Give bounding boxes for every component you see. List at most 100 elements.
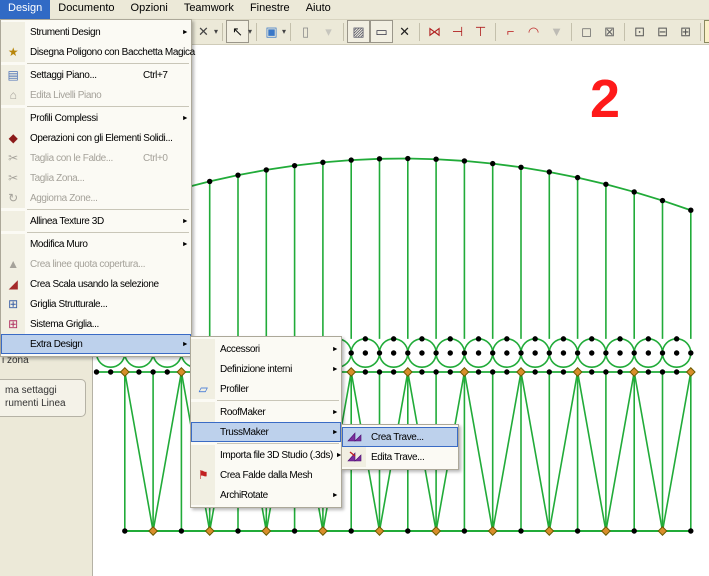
menu-item-roofmaker[interactable]: RoofMaker► [191, 402, 341, 422]
cut-roof-icon: ✂ [8, 152, 18, 164]
ungroup-icon[interactable]: ⊟ [651, 20, 674, 43]
menu-item-crea-falde-dalla-mesh[interactable]: ⚑Crea Falde dalla Mesh [191, 465, 341, 485]
structural-grid-icon: ⊞ [8, 298, 18, 310]
menubar-aiuto[interactable]: Aiuto [298, 0, 339, 19]
submenu-arrow-icon: ► [179, 115, 191, 122]
dimension-box-icon[interactable]: ▭ [370, 20, 393, 43]
story-settings-icon: ▤ [8, 69, 19, 81]
submenu-arrow-icon: ► [179, 218, 191, 225]
menu-item-extra-design[interactable]: Extra Design► [1, 334, 191, 354]
menu-item-trussmaker[interactable]: TrussMaker► [191, 422, 341, 442]
adjust-node-icon[interactable]: ⊣ [446, 20, 469, 43]
menu-item-profiler[interactable]: ▱Profiler [191, 379, 341, 399]
small-dropdown-icon[interactable]: ▾ [317, 20, 340, 43]
toolbox-info-box: ma settaggi rumenti Linea [0, 379, 86, 417]
menu-separator [27, 209, 189, 210]
menubar-opzioni[interactable]: Opzioni [123, 0, 176, 19]
polyline-edit-icon[interactable]: ∿ [704, 20, 709, 43]
toolbar-separator [624, 23, 625, 41]
menu-item-griglia-strutturale[interactable]: ⊞Griglia Strutturale... [1, 294, 191, 314]
toolbar-separator [419, 23, 420, 41]
magic-wand-icon: ★ [8, 46, 18, 58]
menu-item-archirotate[interactable]: ArchiRotate► [191, 485, 341, 505]
menu-bar: Design Documento Opzioni Teamwork Finest… [0, 0, 709, 20]
menu-item-accessori[interactable]: Accessori► [191, 339, 341, 359]
crea-trave-truss-icon [347, 431, 362, 444]
fillet-arc-icon[interactable]: ◠ [522, 20, 545, 43]
menu-item-crea-scala[interactable]: ◢Crea Scala usando la selezione [1, 274, 191, 294]
design-menu: Strumenti Design► ★Disegna Poligono con … [0, 19, 192, 357]
dropdown-caret-icon[interactable]: ▾ [248, 27, 252, 36]
menu-item-definizione-interni[interactable]: Definizione interni► [191, 359, 341, 379]
fillet-corner-icon[interactable]: ⌐ [499, 20, 522, 43]
menu-item-importa-3d-studio[interactable]: Importa file 3D Studio (.3ds)► [191, 445, 341, 465]
hatch-pen-icon[interactable]: ▨ [347, 20, 370, 43]
stamp-icon[interactable]: ▼ [545, 20, 568, 43]
toolbar-separator [495, 23, 496, 41]
menu-item-allinea-texture-3d[interactable]: Allinea Texture 3D► [1, 211, 191, 231]
solid-operations-icon: ◆ [9, 132, 18, 144]
story-levels-icon: ⌂ [10, 89, 17, 101]
menu-item-strumenti-design[interactable]: Strumenti Design► [1, 22, 191, 42]
trussmaker-submenu: Crea Trave... Edita Trave... [341, 424, 459, 470]
menu-item-sistema-griglia[interactable]: ⊞Sistema Griglia... [1, 314, 191, 334]
profiler-icon: ▱ [199, 383, 208, 395]
split-node-icon[interactable]: ⋈ [423, 20, 446, 43]
submenu-arrow-icon: ► [179, 29, 191, 36]
mesh-flag-icon: ⚑ [198, 469, 208, 481]
submenu-arrow-icon: ► [329, 366, 341, 373]
menu-item-profili-complessi[interactable]: Profili Complessi► [1, 108, 191, 128]
submenu-arrow-icon: ► [329, 429, 341, 436]
menu-separator [27, 232, 189, 233]
marquee-clear-icon[interactable]: ⊠ [598, 20, 621, 43]
dropdown-caret-icon[interactable]: ▾ [214, 27, 218, 36]
menu-item-crea-trave[interactable]: Crea Trave... [342, 427, 458, 447]
edita-trave-truss-icon [347, 451, 362, 464]
stair-icon: ◢ [9, 278, 18, 290]
menubar-design[interactable]: Design [0, 0, 50, 19]
menu-item-taglia-zona[interactable]: ✂Taglia Zona... [1, 168, 191, 188]
menubar-teamwork[interactable]: Teamwork [176, 0, 242, 19]
menu-item-modifica-muro[interactable]: Modifica Muro► [1, 234, 191, 254]
menu-icon-slot [1, 22, 25, 42]
toolbar-separator [290, 23, 291, 41]
toolbar-separator [222, 23, 223, 41]
dropdown-caret-icon[interactable]: ▾ [282, 27, 286, 36]
submenu-arrow-icon: ► [329, 492, 341, 499]
group-icon[interactable]: ⊡ [628, 20, 651, 43]
menu-item-aggiorna-zone[interactable]: ↻Aggiorna Zone... [1, 188, 191, 208]
menu-separator [217, 443, 339, 444]
annotation-number: 2 [590, 72, 620, 126]
marquee-box-icon[interactable]: ◻ [575, 20, 598, 43]
delete-x-icon[interactable]: ✕ [393, 20, 416, 43]
toolbar-separator [571, 23, 572, 41]
menu-item-crea-linee-quota[interactable]: ▲Crea linee quota copertura... [1, 254, 191, 274]
layers-icon[interactable]: ▣ [260, 20, 283, 43]
toolbar-separator [700, 23, 701, 41]
suspend-groups-icon[interactable]: ⊞ [674, 20, 697, 43]
menu-item-edita-trave[interactable]: Edita Trave... [342, 447, 458, 467]
arrow-cursor-icon[interactable]: ↖ [226, 20, 249, 43]
grid-system-icon: ⊞ [8, 318, 18, 330]
update-zones-icon: ↻ [8, 192, 18, 204]
menu-item-disegna-poligono[interactable]: ★Disegna Poligono con Bacchetta Magica [1, 42, 191, 62]
cut-zone-icon: ✂ [8, 172, 18, 184]
menu-item-taglia-con-le-falde[interactable]: ✂Taglia con le Falde...Ctrl+0 [1, 148, 191, 168]
menu-item-operazioni-solidi[interactable]: ◆Operazioni con gli Elementi Solidi... [1, 128, 191, 148]
intersect-icon[interactable]: ⊤ [469, 20, 492, 43]
menu-item-edita-livelli-piano[interactable]: ⌂Edita Livelli Piano [1, 85, 191, 105]
roof-level-lines-icon: ▲ [7, 258, 18, 270]
menubar-documento[interactable]: Documento [50, 0, 122, 19]
toolbar-separator [256, 23, 257, 41]
toolbox-info-line2: rumenti Linea [5, 397, 85, 410]
menu-separator [27, 106, 189, 107]
menubar-finestre[interactable]: Finestre [242, 0, 298, 19]
menu-separator [27, 63, 189, 64]
toolbar-separator [343, 23, 344, 41]
menu-item-settaggi-piano[interactable]: ▤Settaggi Piano...Ctrl+7 [1, 65, 191, 85]
extra-design-submenu: Accessori► Definizione interni► ▱Profile… [190, 336, 342, 508]
submenu-arrow-icon: ► [329, 346, 341, 353]
trim-elements-icon[interactable]: ✕ [192, 20, 215, 43]
menu-separator [217, 400, 339, 401]
column-icon[interactable]: ▯ [294, 20, 317, 43]
